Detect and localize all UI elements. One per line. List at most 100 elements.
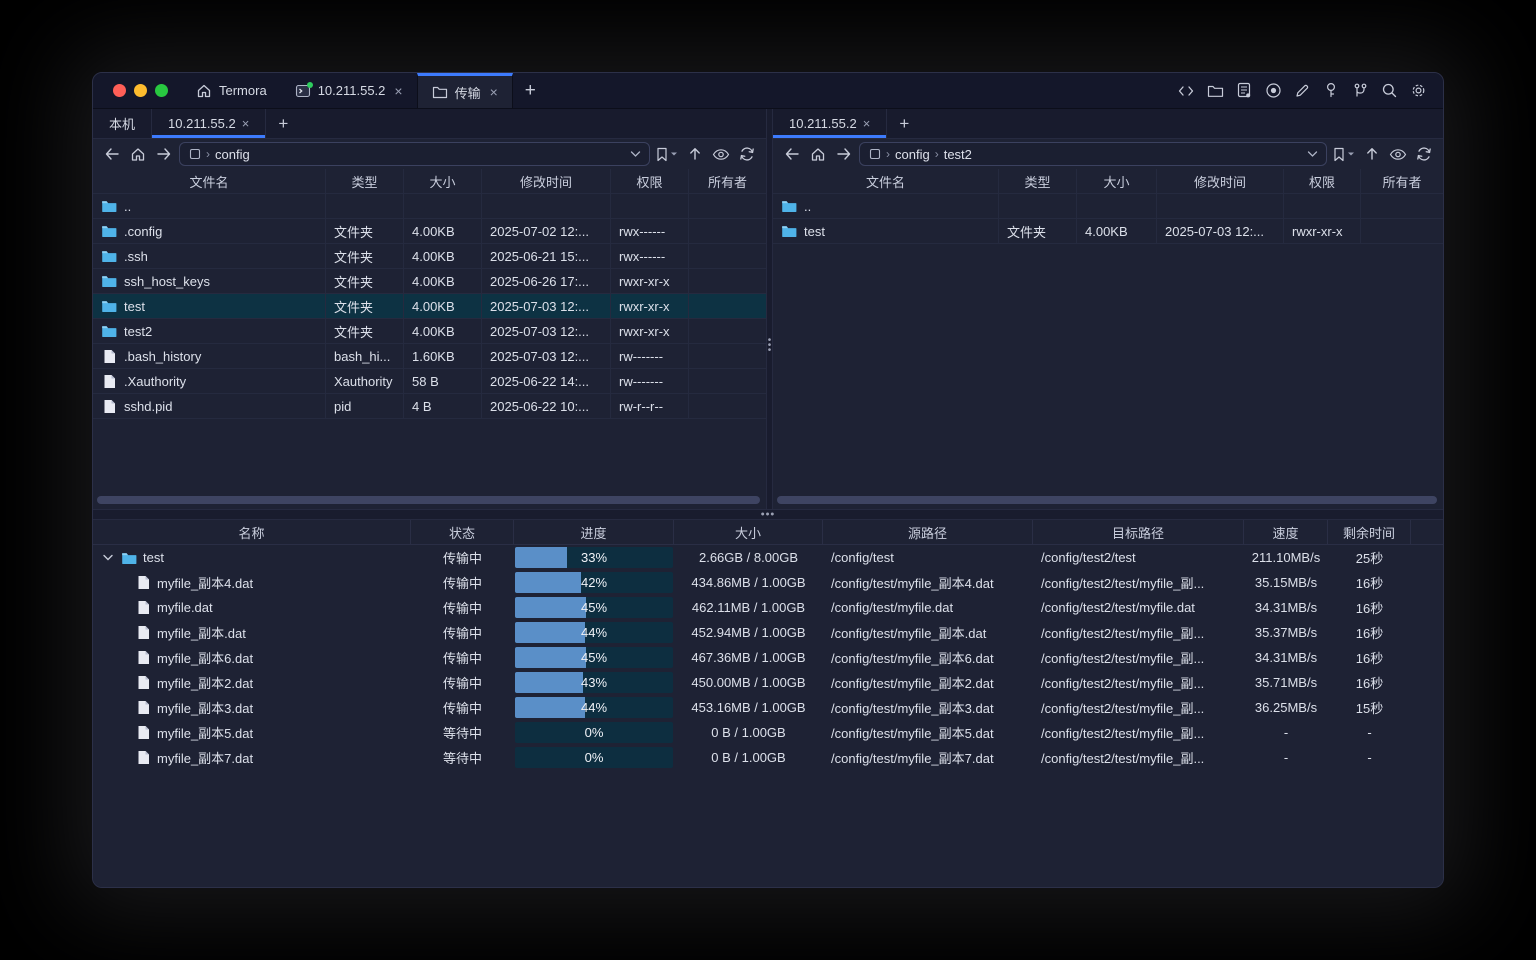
- column-header-label: 权限: [1309, 172, 1335, 191]
- transfer-row[interactable]: test传输中33%2.66GB / 8.00GB/config/test/co…: [93, 545, 1443, 570]
- close-icon[interactable]: ×: [863, 116, 871, 131]
- tab-termora[interactable]: Termora: [182, 73, 281, 108]
- show-hidden-eye-icon[interactable]: [710, 143, 732, 165]
- path-segment[interactable]: config: [215, 147, 250, 162]
- column-header[interactable]: 目标路径: [1033, 520, 1244, 544]
- toolbar: [1177, 73, 1443, 108]
- chevron-down-icon[interactable]: [1307, 150, 1318, 158]
- home-icon[interactable]: [807, 143, 829, 165]
- edit-icon[interactable]: [1293, 82, 1311, 100]
- right-path-field[interactable]: › config › test2: [859, 142, 1327, 166]
- close-icon[interactable]: ×: [242, 116, 250, 131]
- column-header[interactable]: 文件名: [93, 169, 326, 193]
- progress-label: 44%: [515, 622, 673, 643]
- column-header[interactable]: 修改时间: [482, 169, 611, 193]
- tab-remote-host[interactable]: 10.211.55.2 ×: [773, 109, 887, 138]
- record-icon[interactable]: [1264, 82, 1282, 100]
- file-row[interactable]: ..: [93, 194, 766, 219]
- tab-host[interactable]: 10.211.55.2 ×: [281, 73, 417, 108]
- file-row[interactable]: sshd.pidpid4 B2025-06-22 10:...rw-r--r--: [93, 394, 766, 419]
- refresh-icon[interactable]: [1413, 143, 1435, 165]
- forward-icon[interactable]: [833, 143, 855, 165]
- home-icon[interactable]: [127, 143, 149, 165]
- settings-icon[interactable]: [1409, 82, 1427, 100]
- transfer-row[interactable]: myfile_副本5.dat等待中0%0 B / 1.00GB/config/t…: [93, 720, 1443, 745]
- close-icon[interactable]: ×: [490, 84, 498, 100]
- file-row[interactable]: .bash_historybash_hi...1.60KB2025-07-03 …: [93, 344, 766, 369]
- transfer-speed: 34.31MB/s: [1255, 650, 1317, 665]
- new-panel-tab-button[interactable]: +: [266, 109, 300, 138]
- file-row[interactable]: .XauthorityXauthority58 B2025-06-22 14:.…: [93, 369, 766, 394]
- file-row[interactable]: .config文件夹4.00KB2025-07-02 12:...rwx----…: [93, 219, 766, 244]
- new-tab-button[interactable]: +: [513, 73, 548, 108]
- transfer-row[interactable]: myfile_副本4.dat传输中42%434.86MB / 1.00GB/co…: [93, 570, 1443, 595]
- transfer-splitter[interactable]: •••: [93, 509, 1443, 520]
- code-icon[interactable]: [1177, 82, 1195, 100]
- close-window-button[interactable]: [113, 84, 126, 97]
- column-header[interactable]: 权限: [611, 169, 689, 193]
- file-row[interactable]: .ssh文件夹4.00KB2025-06-21 15:...rwx------: [93, 244, 766, 269]
- column-header[interactable]: 文件名: [773, 169, 999, 193]
- transfer-row[interactable]: myfile_副本6.dat传输中45%467.36MB / 1.00GB/co…: [93, 645, 1443, 670]
- bookmark-button[interactable]: [654, 143, 680, 165]
- column-header[interactable]: 修改时间: [1157, 169, 1284, 193]
- file-row[interactable]: test2文件夹4.00KB2025-07-03 12:...rwxr-xr-x: [93, 319, 766, 344]
- chevron-down-icon[interactable]: [630, 150, 641, 158]
- back-icon[interactable]: [101, 143, 123, 165]
- file-name: ssh_host_keys: [124, 274, 210, 289]
- bookmark-button[interactable]: [1331, 143, 1357, 165]
- search-icon[interactable]: [1380, 82, 1398, 100]
- column-header[interactable]: 大小: [674, 520, 823, 544]
- column-header[interactable]: 速度: [1244, 520, 1328, 544]
- file-row[interactable]: ssh_host_keys文件夹4.00KB2025-06-26 17:...r…: [93, 269, 766, 294]
- key-icon[interactable]: [1322, 82, 1340, 100]
- column-header[interactable]: 大小: [404, 169, 482, 193]
- show-hidden-eye-icon[interactable]: [1387, 143, 1409, 165]
- transfer-speed: 35.71MB/s: [1255, 675, 1317, 690]
- back-icon[interactable]: [781, 143, 803, 165]
- transfer-row[interactable]: myfile_副本3.dat传输中44%453.16MB / 1.00GB/co…: [93, 695, 1443, 720]
- log-icon[interactable]: [1235, 82, 1253, 100]
- file-type-cell: pid: [326, 394, 404, 418]
- transfer-row[interactable]: myfile_副本.dat传输中44%452.94MB / 1.00GB/con…: [93, 620, 1443, 645]
- column-header[interactable]: 类型: [326, 169, 404, 193]
- column-header[interactable]: 大小: [1077, 169, 1157, 193]
- forward-icon[interactable]: [153, 143, 175, 165]
- file-row[interactable]: test文件夹4.00KB2025-07-03 12:...rwxr-xr-x: [773, 219, 1443, 244]
- tab-remote-host[interactable]: 10.211.55.2 ×: [152, 109, 266, 138]
- expand-chevron-icon[interactable]: [101, 554, 115, 561]
- column-header[interactable]: 类型: [999, 169, 1077, 193]
- column-header[interactable]: 剩余时间: [1328, 520, 1411, 544]
- left-horizontal-scrollbar[interactable]: [97, 496, 760, 504]
- path-segment[interactable]: config: [895, 147, 930, 162]
- new-panel-tab-button[interactable]: +: [887, 109, 921, 138]
- folder-icon[interactable]: [1206, 82, 1224, 100]
- up-directory-icon[interactable]: [684, 143, 706, 165]
- refresh-icon[interactable]: [736, 143, 758, 165]
- column-header[interactable]: 状态: [411, 520, 514, 544]
- left-path-field[interactable]: › config: [179, 142, 650, 166]
- close-icon[interactable]: ×: [394, 83, 402, 99]
- file-row[interactable]: test文件夹4.00KB2025-07-03 12:...rwxr-xr-x: [93, 294, 766, 319]
- transfer-row[interactable]: myfile_副本7.dat等待中0%0 B / 1.00GB/config/t…: [93, 745, 1443, 770]
- column-header[interactable]: 所有者: [689, 169, 766, 193]
- right-horizontal-scrollbar[interactable]: [777, 496, 1437, 504]
- transfer-size-cell: 452.94MB / 1.00GB: [674, 620, 823, 645]
- transfer-row[interactable]: myfile_副本2.dat传输中43%450.00MB / 1.00GB/co…: [93, 670, 1443, 695]
- zoom-window-button[interactable]: [155, 84, 168, 97]
- column-header[interactable]: 名称: [93, 520, 411, 544]
- column-header[interactable]: 进度: [514, 520, 674, 544]
- panel-splitter[interactable]: •••: [766, 109, 773, 509]
- column-header[interactable]: 所有者: [1361, 169, 1443, 193]
- file-mtime: 2025-06-22 14:...: [490, 374, 589, 389]
- column-header[interactable]: 权限: [1284, 169, 1361, 193]
- transfer-row[interactable]: myfile.dat传输中45%462.11MB / 1.00GB/config…: [93, 595, 1443, 620]
- tab-local[interactable]: 本机: [93, 109, 152, 138]
- file-row[interactable]: ..: [773, 194, 1443, 219]
- up-directory-icon[interactable]: [1361, 143, 1383, 165]
- tab-transfer[interactable]: 传输 ×: [417, 73, 513, 108]
- minimize-window-button[interactable]: [134, 84, 147, 97]
- path-segment[interactable]: test2: [944, 147, 972, 162]
- branch-icon[interactable]: [1351, 82, 1369, 100]
- column-header[interactable]: 源路径: [823, 520, 1033, 544]
